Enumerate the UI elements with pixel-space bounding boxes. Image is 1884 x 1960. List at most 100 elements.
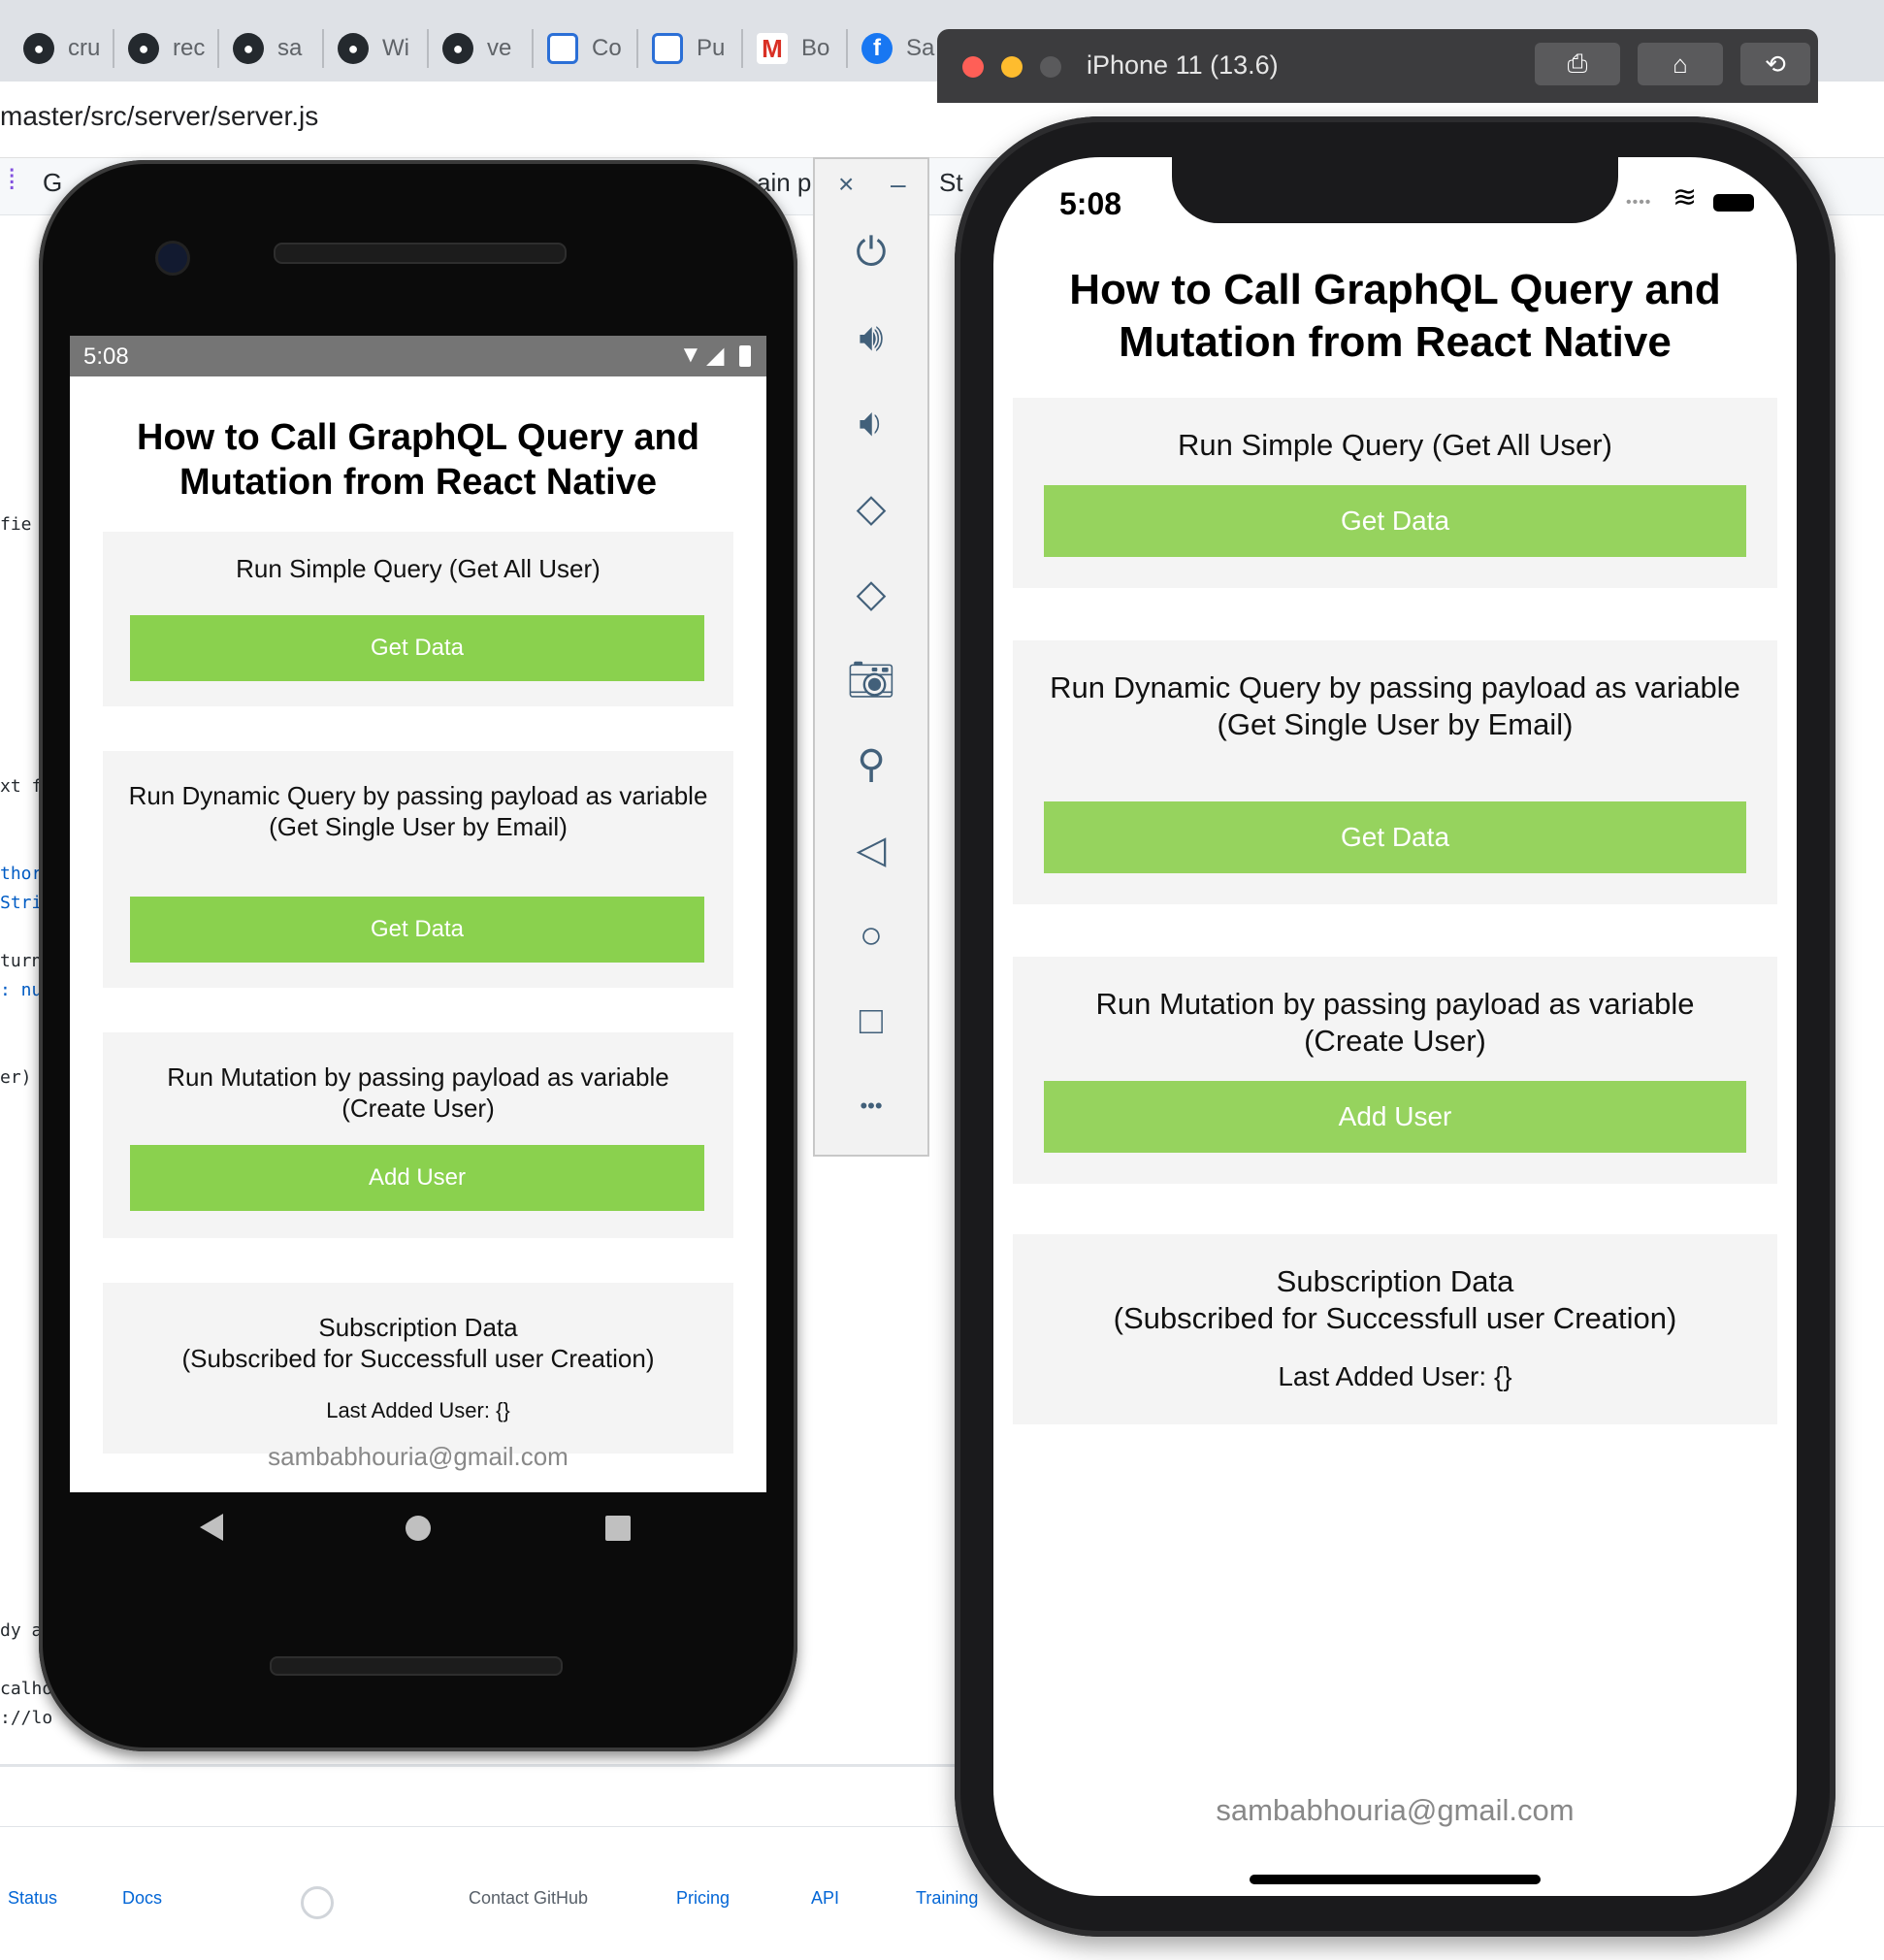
last-added-user: Last Added User: {} <box>326 1398 510 1422</box>
browser-tab[interactable]: Pu <box>638 29 743 68</box>
more-icon[interactable]: ••• <box>815 1077 927 1135</box>
footer-email: sambabhouria@gmail.com <box>268 1442 568 1471</box>
code-fragment: dy a <box>0 1620 43 1641</box>
footer-link-training[interactable]: Training <box>916 1888 978 1909</box>
facebook-icon: f <box>861 33 893 64</box>
overview-icon[interactable]: □ <box>815 992 927 1050</box>
code-fragment: xt f <box>0 776 43 797</box>
screenshot-icon[interactable]: ⎙ <box>1535 43 1620 85</box>
last-added-user: Last Added User: {} <box>1278 1361 1512 1391</box>
window-zoom-button[interactable] <box>1040 56 1061 78</box>
code-fragment: fie <box>0 514 32 535</box>
window-minimize-button[interactable] <box>1001 56 1023 78</box>
section-card: Run Mutation by passing payload as varia… <box>1013 957 1777 1184</box>
rotate-icon[interactable]: ⟲ <box>1740 43 1810 85</box>
subscription-card: Subscription Data (Subscribed for Succes… <box>1013 1234 1777 1424</box>
close-icon[interactable]: × <box>838 169 854 200</box>
recents-icon[interactable] <box>605 1516 631 1541</box>
front-camera <box>155 241 190 276</box>
zoom-icon[interactable]: ⚲ <box>815 735 927 794</box>
footer-link-contact[interactable]: Contact GitHub <box>469 1888 588 1909</box>
browser-tab[interactable]: ● Wi <box>324 29 429 68</box>
signal-icon: •••• <box>1626 194 1652 211</box>
section-label: Run Dynamic Query by passing payload as … <box>128 781 708 841</box>
subscription-label: Subscription Data (Subscribed for Succes… <box>181 1313 655 1373</box>
github-logo-icon[interactable] <box>301 1886 334 1919</box>
browser-tab[interactable]: ● ve <box>429 29 534 68</box>
back-icon[interactable]: ◁ <box>815 821 927 879</box>
home-icon[interactable]: ○ <box>815 906 927 964</box>
github-icon: ● <box>128 33 159 64</box>
section-label: Run Simple Query (Get All User) <box>1178 428 1612 462</box>
get-all-users-button[interactable]: Get Data <box>130 615 704 681</box>
get-single-user-button[interactable]: Get Data <box>1044 801 1746 873</box>
section-label: Run Simple Query (Get All User) <box>236 554 601 583</box>
simulator-title: iPhone 11 (13.6) <box>1087 50 1279 80</box>
divider <box>0 1764 970 1767</box>
code-fragment: ://lo <box>0 1708 53 1728</box>
section-label: Run Mutation by passing payload as varia… <box>1095 987 1695 1058</box>
emulator-toolbar: × – ⏻ 🔊︎ 🔉︎ ◇ ◇ 📷︎ ⚲ ◁ ○ □ ••• <box>813 157 929 1157</box>
simulator-titlebar: iPhone 11 (13.6) ⎙ ⌂ ⟲ <box>937 29 1818 103</box>
gmail-icon: M <box>757 33 788 64</box>
volume-up-icon[interactable]: 🔊︎ <box>815 309 927 367</box>
section-label: Run Mutation by passing payload as varia… <box>167 1062 669 1123</box>
get-single-user-button[interactable]: Get Data <box>130 897 704 963</box>
footer-link-status[interactable]: Status <box>8 1888 57 1909</box>
status-time: 5:08 <box>83 343 129 370</box>
earpiece-speaker <box>274 243 567 264</box>
home-icon[interactable]: ⌂ <box>1638 43 1723 85</box>
android-screen: 5:08 ▼ ◢ How to Call GraphQL Query and M… <box>70 336 766 1492</box>
section-card: Run Simple Query (Get All User) Get Data <box>1013 398 1777 588</box>
add-user-button[interactable]: Add User <box>1044 1081 1746 1153</box>
section-label: Run Dynamic Query by passing payload as … <box>1050 670 1740 741</box>
window-close-button[interactable] <box>962 56 984 78</box>
footer-link-pricing[interactable]: Pricing <box>676 1888 730 1909</box>
minimize-icon[interactable]: – <box>891 169 906 200</box>
rotate-left-icon[interactable]: ◇ <box>815 479 927 538</box>
back-icon[interactable] <box>200 1514 223 1541</box>
subscription-label: Subscription Data (Subscribed for Succes… <box>1113 1264 1677 1335</box>
code-fragment: er) <box>0 1067 32 1088</box>
android-nav-bar <box>70 1492 766 1574</box>
vscode-icon <box>547 33 578 64</box>
subscription-card: Subscription Data (Subscribed for Succes… <box>103 1283 733 1454</box>
footer-link-api[interactable]: API <box>811 1888 839 1909</box>
code-fragment: thor <box>0 864 43 884</box>
power-icon[interactable]: ⏻ <box>815 223 927 281</box>
bottom-speaker <box>270 1656 563 1676</box>
section-card: Run Simple Query (Get All User) Get Data <box>103 532 733 706</box>
browser-tab[interactable]: Co <box>534 29 638 68</box>
browser-tab[interactable]: ● cru <box>10 29 114 68</box>
code-fragment: turn <box>0 951 43 971</box>
status-time: 5:08 <box>1059 186 1122 221</box>
code-fragment: Stri <box>0 893 43 913</box>
browser-tab[interactable]: ● sa <box>219 29 324 68</box>
wifi-icon: ▼ <box>679 342 702 368</box>
signal-icon: ◢ <box>706 343 725 369</box>
browser-tab[interactable]: ● rec <box>114 29 219 68</box>
battery-icon <box>1713 194 1754 212</box>
section-card: Run Mutation by passing payload as varia… <box>103 1032 733 1238</box>
branch-icon: ⁞ <box>8 164 16 196</box>
rotate-right-icon[interactable]: ◇ <box>815 565 927 623</box>
home-indicator[interactable] <box>1250 1875 1541 1884</box>
android-status-bar: 5:08 ▼ ◢ <box>70 336 766 376</box>
camera-icon[interactable]: 📷︎ <box>815 650 927 708</box>
page-title: How to Call GraphQL Query and Mutation f… <box>1069 266 1721 366</box>
ios-screen: 5:08 •••• ≋ How to Call GraphQL Query an… <box>993 157 1797 1896</box>
footer-link-docs[interactable]: Docs <box>122 1888 162 1909</box>
add-user-button[interactable]: Add User <box>130 1145 704 1211</box>
footer-email: sambabhouria@gmail.com <box>1216 1793 1575 1827</box>
section-card: Run Dynamic Query by passing payload as … <box>103 751 733 988</box>
browser-tab[interactable]: M Bo <box>743 29 848 68</box>
home-icon[interactable] <box>406 1516 431 1541</box>
code-fragment: : nu <box>0 980 43 1000</box>
iphone-notch <box>1172 157 1618 223</box>
github-icon: ● <box>442 33 473 64</box>
get-all-users-button[interactable]: Get Data <box>1044 485 1746 557</box>
battery-icon <box>739 345 751 367</box>
volume-down-icon[interactable]: 🔉︎ <box>815 394 927 452</box>
address-text[interactable]: master/src/server/server.js <box>0 101 318 132</box>
page-title: How to Call GraphQL Query and Mutation f… <box>137 417 699 503</box>
